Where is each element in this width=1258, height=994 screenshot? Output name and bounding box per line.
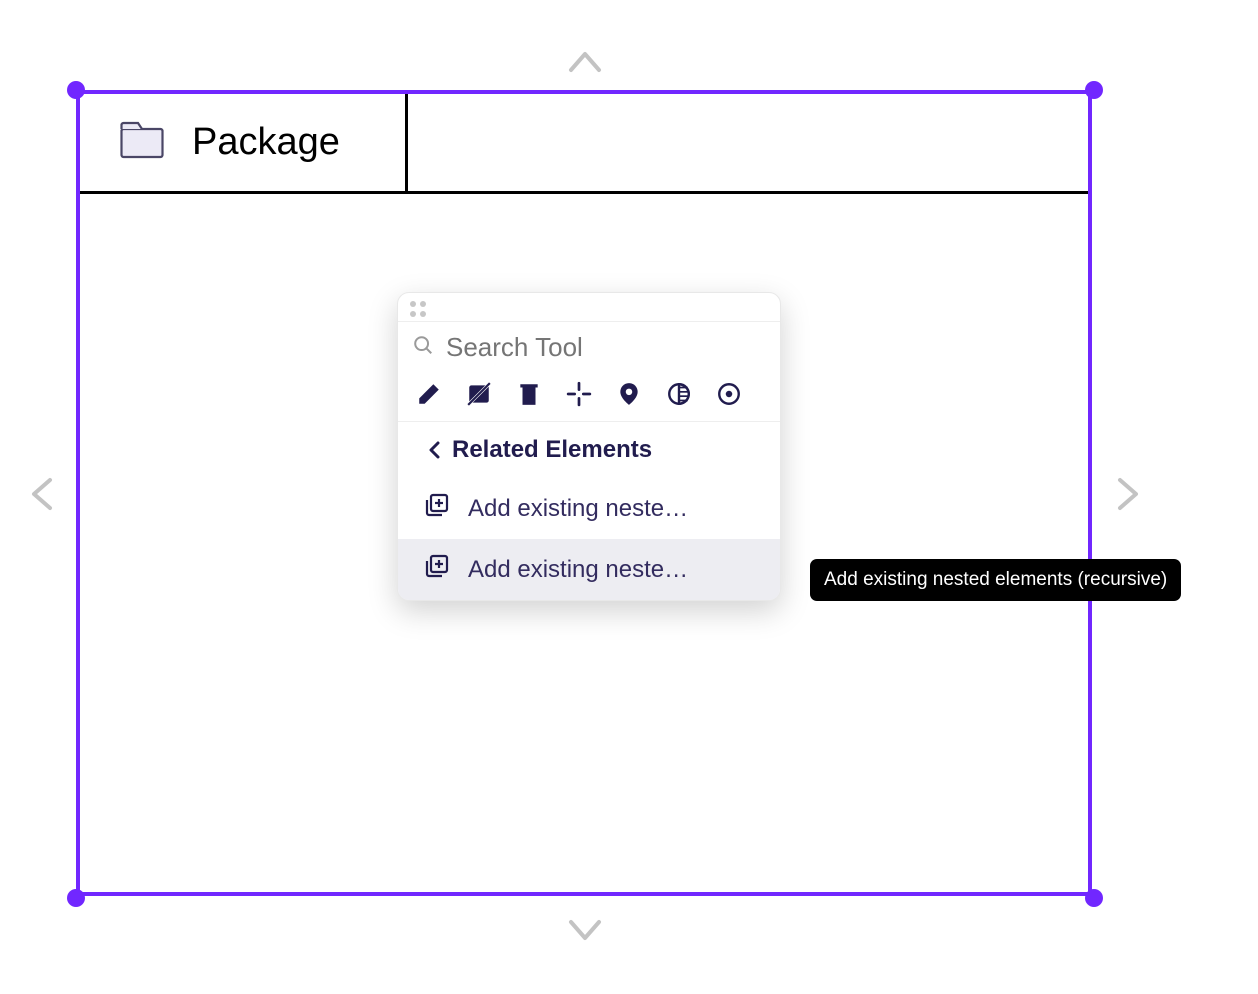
expand-right-chevron[interactable]: [1108, 474, 1148, 514]
selection-handle-bottom-right[interactable]: [1085, 889, 1103, 907]
chevron-left-icon: [426, 441, 444, 459]
popup-section-header[interactable]: Related Elements: [398, 422, 780, 478]
image-off-icon[interactable]: [466, 381, 492, 407]
popup-toolbar: [398, 373, 780, 422]
folder-icon: [120, 121, 164, 164]
expand-up-chevron[interactable]: [565, 42, 605, 82]
location-pin-icon[interactable]: [616, 381, 642, 407]
expand-left-chevron[interactable]: [22, 474, 62, 514]
package-title: Package: [192, 121, 340, 164]
add-existing-nested-item[interactable]: Add existing neste…: [398, 478, 780, 539]
section-header-label: Related Elements: [452, 436, 652, 464]
tooltip-text: Add existing nested elements (recursive): [824, 569, 1167, 590]
target-icon[interactable]: [716, 381, 742, 407]
package-header-empty: [408, 94, 1088, 194]
expand-down-chevron[interactable]: [565, 910, 605, 950]
selection-handle-top-left[interactable]: [67, 81, 85, 99]
search-icon: [412, 334, 434, 361]
edit-icon[interactable]: [416, 381, 442, 407]
selection-handle-bottom-left[interactable]: [67, 889, 85, 907]
context-popup: Related Elements Add existing neste… Add…: [397, 292, 781, 601]
popup-drag-handle[interactable]: [398, 293, 780, 322]
collapse-icon[interactable]: [566, 381, 592, 407]
popup-search-row: [398, 322, 780, 373]
drag-dots-icon: [410, 301, 426, 317]
popup-item-label: Add existing neste…: [468, 495, 688, 523]
search-input[interactable]: [446, 332, 766, 363]
contrast-icon[interactable]: [666, 381, 692, 407]
package-tab[interactable]: Package: [80, 94, 408, 194]
add-nested-icon: [424, 553, 450, 586]
tooltip: Add existing nested elements (recursive): [810, 559, 1181, 601]
popup-item-label: Add existing neste…: [468, 556, 688, 584]
add-nested-icon: [424, 492, 450, 525]
delete-icon[interactable]: [516, 381, 542, 407]
selection-handle-top-right[interactable]: [1085, 81, 1103, 99]
add-existing-nested-recursive-item[interactable]: Add existing neste…: [398, 539, 780, 600]
